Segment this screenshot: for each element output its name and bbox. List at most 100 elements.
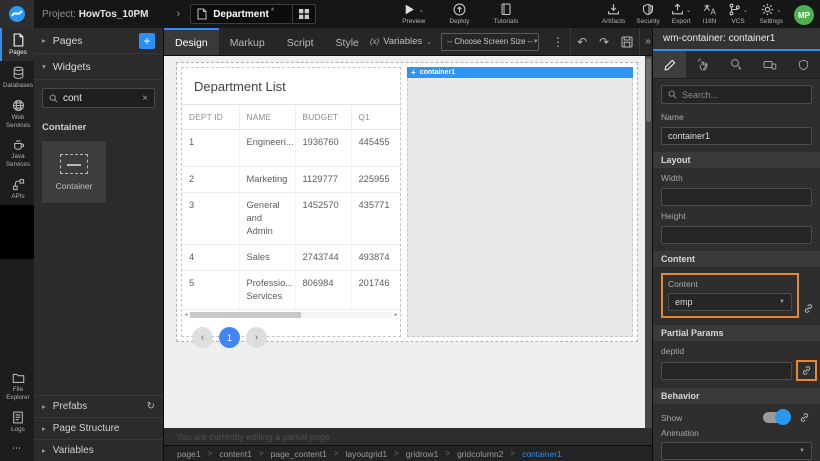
bind-link-icon[interactable] (799, 412, 810, 423)
chevron-down-icon[interactable]: ⌄ (686, 6, 692, 14)
table-row[interactable]: 5Professio... Services806984201746 (182, 271, 400, 310)
security-tab[interactable] (787, 51, 820, 78)
app-logo[interactable] (0, 0, 34, 28)
accessibility-tab[interactable] (720, 51, 753, 78)
rail-item-web-services[interactable]: Web Services (0, 94, 34, 134)
save-icon[interactable] (615, 28, 639, 55)
tab-script[interactable]: Script (276, 28, 325, 55)
export-button[interactable]: ⌄ Export (671, 3, 692, 25)
chevron-down-icon[interactable]: ⌄ (418, 6, 424, 14)
col-dept-id[interactable]: DEPT ID (182, 105, 239, 130)
variables-section-header[interactable]: ▸ Variables (34, 439, 163, 461)
container-widget-tile[interactable]: Container (42, 141, 106, 203)
col-q1[interactable]: Q1 (351, 105, 400, 130)
table-pagination: ‹ 1 › (182, 319, 400, 357)
events-tab[interactable] (686, 51, 719, 78)
undo-icon[interactable]: ↶ (570, 28, 593, 55)
table-row[interactable]: 3General and Admin1452570435771 (182, 193, 400, 245)
breadcrumb-item-page-content1[interactable]: page_content1 (271, 449, 327, 459)
more-menu-icon[interactable]: ⋮ (546, 28, 570, 55)
rail-item-pages[interactable]: Pages (0, 28, 34, 61)
content-select[interactable]: emp ▼ (668, 293, 792, 311)
design-canvas[interactable]: Department List DEPT ID NAME BUDGET Q1 (164, 56, 652, 445)
rail-item-java-services[interactable]: Java Services (0, 133, 34, 173)
table-row[interactable]: 4Sales2743744493874 (182, 245, 400, 271)
col-name[interactable]: NAME (239, 105, 295, 130)
project-name: HowTos_10PM (79, 9, 149, 20)
chevron-down-icon[interactable]: ⌄ (776, 6, 782, 14)
width-input[interactable] (661, 188, 812, 206)
height-input[interactable] (661, 226, 812, 244)
rail-item-file-explorer[interactable]: File Explorer (0, 367, 34, 406)
chevron-down-icon[interactable]: ⌄ (743, 6, 749, 14)
rail-item-databases[interactable]: Databases (0, 61, 34, 94)
scroll-right-icon[interactable]: ▸ (392, 312, 400, 318)
rail-item-logs[interactable]: Logs (0, 406, 34, 438)
pagination-prev-button[interactable]: ‹ (192, 327, 213, 348)
device-tab[interactable] (753, 51, 786, 78)
layout-grid[interactable]: Department List DEPT ID NAME BUDGET Q1 (176, 62, 638, 342)
breadcrumb-item-content1[interactable]: content1 (219, 449, 252, 459)
widgets-section-header[interactable]: ▾ Widgets (34, 54, 163, 80)
container1-widget[interactable]: + container1 (407, 67, 633, 337)
table-row[interactable]: 1Engineeri...1936760445455 (182, 130, 400, 167)
name-input[interactable] (661, 127, 812, 145)
container1-selection-header[interactable]: + container1 (407, 67, 633, 78)
table-row[interactable]: 2Marketing1129777225955 (182, 167, 400, 193)
breadcrumb-item-page1[interactable]: page1 (177, 449, 201, 459)
settings-button[interactable]: ⌄ Settings (760, 3, 784, 25)
breadcrumb-item-layoutgrid1[interactable]: layoutgrid1 (346, 449, 388, 459)
pagination-next-button[interactable]: › (246, 327, 267, 348)
prefabs-section-header[interactable]: ▸ Prefabs ↻ (34, 395, 163, 417)
page-grid-icon[interactable] (292, 5, 315, 23)
bind-link-icon[interactable] (801, 365, 812, 376)
screen-size-select[interactable]: -- Choose Screen Size -- ▼ (441, 33, 539, 51)
table-horizontal-scrollbar[interactable]: ◂ ▸ (182, 310, 400, 319)
tutorials-button[interactable]: Tutorials (494, 3, 519, 25)
vcs-button[interactable]: ⌄ VCS (728, 3, 749, 25)
breadcrumb-item-gridrow1[interactable]: gridrow1 (406, 449, 439, 459)
clear-search-icon[interactable]: × (142, 93, 148, 104)
properties-search-box[interactable] (661, 85, 812, 104)
rail-item-apis[interactable]: APIs (0, 173, 34, 205)
preview-button[interactable]: ⌄ Preview (402, 3, 425, 25)
breadcrumb-item-container1[interactable]: container1 (522, 449, 562, 459)
refresh-icon[interactable]: ↻ (147, 401, 155, 412)
scrollbar-track[interactable] (190, 312, 392, 318)
scroll-left-icon[interactable]: ◂ (182, 312, 190, 318)
variables-dropdown[interactable]: (x) Variables ⌄ (370, 36, 432, 47)
deptid-input[interactable] (661, 362, 792, 380)
widget-search-box[interactable]: × (42, 88, 155, 108)
tab-design[interactable]: Design (164, 28, 219, 55)
animation-select[interactable]: ▼ (661, 442, 812, 460)
breadcrumb-item-gridcolumn2[interactable]: gridcolumn2 (457, 449, 503, 459)
book-icon (500, 3, 512, 16)
scrollbar-thumb[interactable] (190, 312, 301, 318)
container1-body[interactable] (407, 78, 633, 337)
security-button[interactable]: Security (636, 3, 659, 25)
page-structure-section-header[interactable]: ▸ Page Structure (34, 417, 163, 439)
tab-markup[interactable]: Markup (219, 28, 276, 55)
col-budget[interactable]: BUDGET (295, 105, 351, 130)
page-selector[interactable]: Department * (190, 4, 316, 24)
plus-icon[interactable]: + (411, 69, 416, 77)
tab-style[interactable]: Style (325, 28, 370, 55)
widget-search-input[interactable] (63, 93, 137, 104)
bind-link-icon[interactable] (803, 303, 814, 318)
redo-icon[interactable]: ↷ (593, 28, 615, 55)
pagination-page-1-button[interactable]: 1 (219, 327, 240, 348)
more-options-icon[interactable]: ⋯ (0, 438, 34, 461)
add-page-button[interactable]: + (139, 33, 155, 49)
pages-section-header[interactable]: ▸ Pages + (34, 28, 163, 54)
i18n-button[interactable]: A I18N (703, 3, 717, 25)
deploy-button[interactable]: Deploy (449, 3, 469, 25)
current-page-name: Department (213, 9, 269, 20)
pages-icon (12, 33, 25, 47)
department-list-card[interactable]: Department List DEPT ID NAME BUDGET Q1 (181, 67, 401, 337)
artifacts-button[interactable]: Artifacts (602, 3, 625, 25)
canvas-vertical-scrollbar[interactable] (645, 56, 652, 428)
user-avatar[interactable]: MP (794, 5, 814, 25)
properties-search-input[interactable] (682, 90, 805, 100)
properties-tab[interactable] (653, 51, 686, 78)
show-toggle[interactable] (763, 412, 790, 423)
